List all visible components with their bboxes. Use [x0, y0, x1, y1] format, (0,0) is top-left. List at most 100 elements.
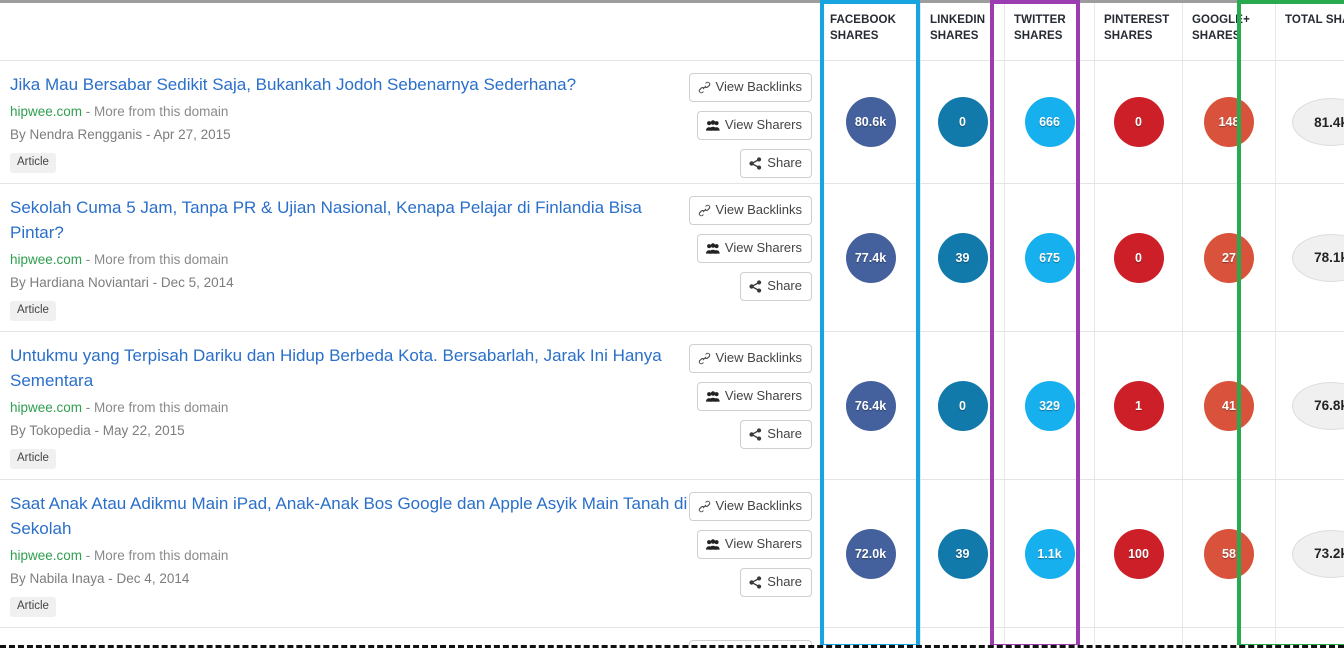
- view-backlinks-button[interactable]: View Backlinks: [688, 344, 812, 373]
- column-header-label: GOOGLE+ SHARES: [1192, 14, 1250, 42]
- column-header-label: LINKEDIN SHARES: [930, 14, 986, 42]
- result-info-column: Karena Mereka Tidak Mengemis, Tak Perlul…: [0, 628, 820, 645]
- result-domain-link[interactable]: hipwee.com: [10, 252, 82, 267]
- metric-bubble-linkedin: 0: [937, 97, 988, 147]
- more-from-domain-link[interactable]: More from this domain: [94, 400, 228, 415]
- metric-bubble-linkedin: 39: [937, 232, 988, 283]
- metric-cell-pinterest: 0: [1094, 184, 1182, 331]
- shares-results-panel: FACEBOOK SHARES LINKEDIN SHARES TWITTER SH…: [0, 0, 1344, 648]
- view-backlinks-button[interactable]: View Backlinks: [688, 73, 812, 102]
- share-button[interactable]: Share: [740, 272, 812, 301]
- column-header-pinterest[interactable]: PINTEREST SHARES: [1094, 3, 1182, 60]
- table-header-row: FACEBOOK SHARES LINKEDIN SHARES TWITTER SH…: [0, 3, 1344, 61]
- view-sharers-button[interactable]: View Sharers: [696, 234, 812, 263]
- more-from-domain-link[interactable]: More from this domain: [94, 252, 228, 267]
- metric-bubble-total: 76.8k: [1292, 381, 1344, 430]
- view-backlinks-button-label: View Backlinks: [715, 498, 802, 513]
- column-header-googleplus[interactable]: GOOGLE+ SHARES: [1182, 3, 1275, 60]
- share-button[interactable]: Share: [740, 420, 812, 449]
- metric-bubble-total: 81.4k: [1292, 98, 1344, 146]
- share-button[interactable]: Share: [740, 568, 812, 597]
- header-info-column: [0, 3, 820, 60]
- metric-bubble-linkedin: 0: [937, 380, 988, 431]
- row-actions: View Backlinks View Sharers Share: [688, 492, 812, 597]
- metric-cell-total: 73.2k: [1275, 480, 1344, 627]
- metric-bubble-twitter: 666: [1024, 97, 1075, 147]
- result-title-link[interactable]: Karena Mereka Tidak Mengemis, Tak Perlul…: [10, 639, 690, 645]
- share-icon: [749, 575, 762, 589]
- more-from-domain-link[interactable]: More from this domain: [94, 104, 228, 119]
- more-from-domain-link[interactable]: More from this domain: [94, 548, 228, 563]
- row-actions: View Backlinks View Sharers Share: [688, 73, 812, 178]
- column-header-facebook[interactable]: FACEBOOK SHARES: [820, 3, 920, 60]
- metric-cell-twitter: 261: [1004, 628, 1094, 645]
- metric-cell-facebook: 72.0k: [820, 480, 920, 627]
- backlink-icon: [698, 81, 711, 94]
- metric-cell-googleplus: 58: [1182, 480, 1275, 627]
- view-backlinks-button[interactable]: View Backlinks: [688, 196, 812, 225]
- result-info-column: Saat Anak Atau Adikmu Main iPad, Anak-An…: [0, 480, 820, 627]
- share-icon: [749, 156, 762, 170]
- metric-bubble-pinterest: 0: [1113, 232, 1164, 283]
- view-sharers-button[interactable]: View Sharers: [696, 530, 812, 559]
- share-button[interactable]: Share: [740, 149, 812, 178]
- metric-cell-total: 78.1k: [1275, 184, 1344, 331]
- result-title-link[interactable]: Jika Mau Bersabar Sedikit Saja, Bukankah…: [10, 72, 690, 97]
- share-button-label: Share: [767, 426, 802, 441]
- metric-bubble-pinterest: 0: [1113, 97, 1164, 147]
- backlink-icon: [698, 500, 711, 513]
- view-backlinks-button[interactable]: View Backlinks: [688, 640, 812, 645]
- metric-cell-linkedin: 39: [920, 184, 1004, 331]
- metric-cell-linkedin: 0: [920, 628, 1004, 645]
- column-header-twitter[interactable]: TWITTER SHARES: [1004, 3, 1094, 60]
- metric-cell-total: 60.9k: [1275, 628, 1344, 645]
- result-domain-link[interactable]: hipwee.com: [10, 104, 82, 119]
- result-title-link[interactable]: Saat Anak Atau Adikmu Main iPad, Anak-An…: [10, 491, 690, 541]
- row-actions: View Backlinks View Sharers Share: [688, 196, 812, 301]
- metric-bubble-pinterest: 1: [1113, 380, 1164, 431]
- result-title-link[interactable]: Untukmu yang Terpisah Dariku dan Hidup B…: [10, 343, 690, 393]
- share-button-label: Share: [767, 278, 802, 293]
- view-sharers-button[interactable]: View Sharers: [696, 111, 812, 140]
- metric-cell-linkedin: 0: [920, 332, 1004, 479]
- column-header-linkedin[interactable]: LINKEDIN SHARES: [920, 3, 1004, 60]
- metric-cell-total: 76.8k: [1275, 332, 1344, 479]
- metric-bubble-twitter: 675: [1024, 232, 1075, 283]
- sharers-icon: [705, 390, 720, 403]
- metric-cell-pinterest: 0: [1094, 628, 1182, 645]
- metric-bubble-googleplus: 27: [1204, 232, 1254, 283]
- share-button-label: Share: [767, 155, 802, 170]
- column-header-label: TOTAL SHARES: [1285, 14, 1344, 26]
- metric-cell-googleplus: 27: [1182, 184, 1275, 331]
- metric-cell-total: 81.4k: [1275, 61, 1344, 183]
- result-domain-link[interactable]: hipwee.com: [10, 548, 82, 563]
- table-row: Jika Mau Bersabar Sedikit Saja, Bukankah…: [0, 61, 1344, 184]
- view-backlinks-button-label: View Backlinks: [715, 79, 802, 94]
- metric-bubble-googleplus: 41: [1204, 380, 1254, 431]
- result-info-column: Untukmu yang Terpisah Dariku dan Hidup B…: [0, 332, 820, 479]
- results-table: FACEBOOK SHARES LINKEDIN SHARES TWITTER SH…: [0, 3, 1344, 645]
- table-row: Sekolah Cuma 5 Jam, Tanpa PR & Ujian Nas…: [0, 184, 1344, 332]
- column-header-label: PINTEREST SHARES: [1104, 14, 1170, 42]
- view-backlinks-button-label: View Backlinks: [715, 202, 802, 217]
- content-type-badge: Article: [10, 597, 56, 617]
- domain-separator: -: [82, 400, 95, 415]
- result-domain-link[interactable]: hipwee.com: [10, 400, 82, 415]
- metric-cell-facebook: 76.4k: [820, 332, 920, 479]
- view-sharers-button[interactable]: View Sharers: [696, 382, 812, 411]
- result-title-link[interactable]: Sekolah Cuma 5 Jam, Tanpa PR & Ujian Nas…: [10, 195, 690, 245]
- metric-cell-pinterest: 100: [1094, 480, 1182, 627]
- metric-bubble-facebook: 72.0k: [845, 528, 896, 579]
- table-row: Saat Anak Atau Adikmu Main iPad, Anak-An…: [0, 480, 1344, 628]
- metric-bubble-twitter: 329: [1024, 380, 1075, 431]
- result-info-column: Sekolah Cuma 5 Jam, Tanpa PR & Ujian Nas…: [0, 184, 820, 331]
- metric-cell-facebook: 60.6k: [820, 628, 920, 645]
- backlink-icon: [698, 352, 711, 365]
- content-type-badge: Article: [10, 301, 56, 321]
- column-header-total[interactable]: TOTAL SHARES: [1275, 3, 1344, 60]
- view-sharers-button-label: View Sharers: [724, 240, 802, 255]
- view-backlinks-button-label: View Backlinks: [715, 350, 802, 365]
- result-info-column: Jika Mau Bersabar Sedikit Saja, Bukankah…: [0, 61, 820, 183]
- view-backlinks-button[interactable]: View Backlinks: [688, 492, 812, 521]
- share-icon: [749, 427, 762, 441]
